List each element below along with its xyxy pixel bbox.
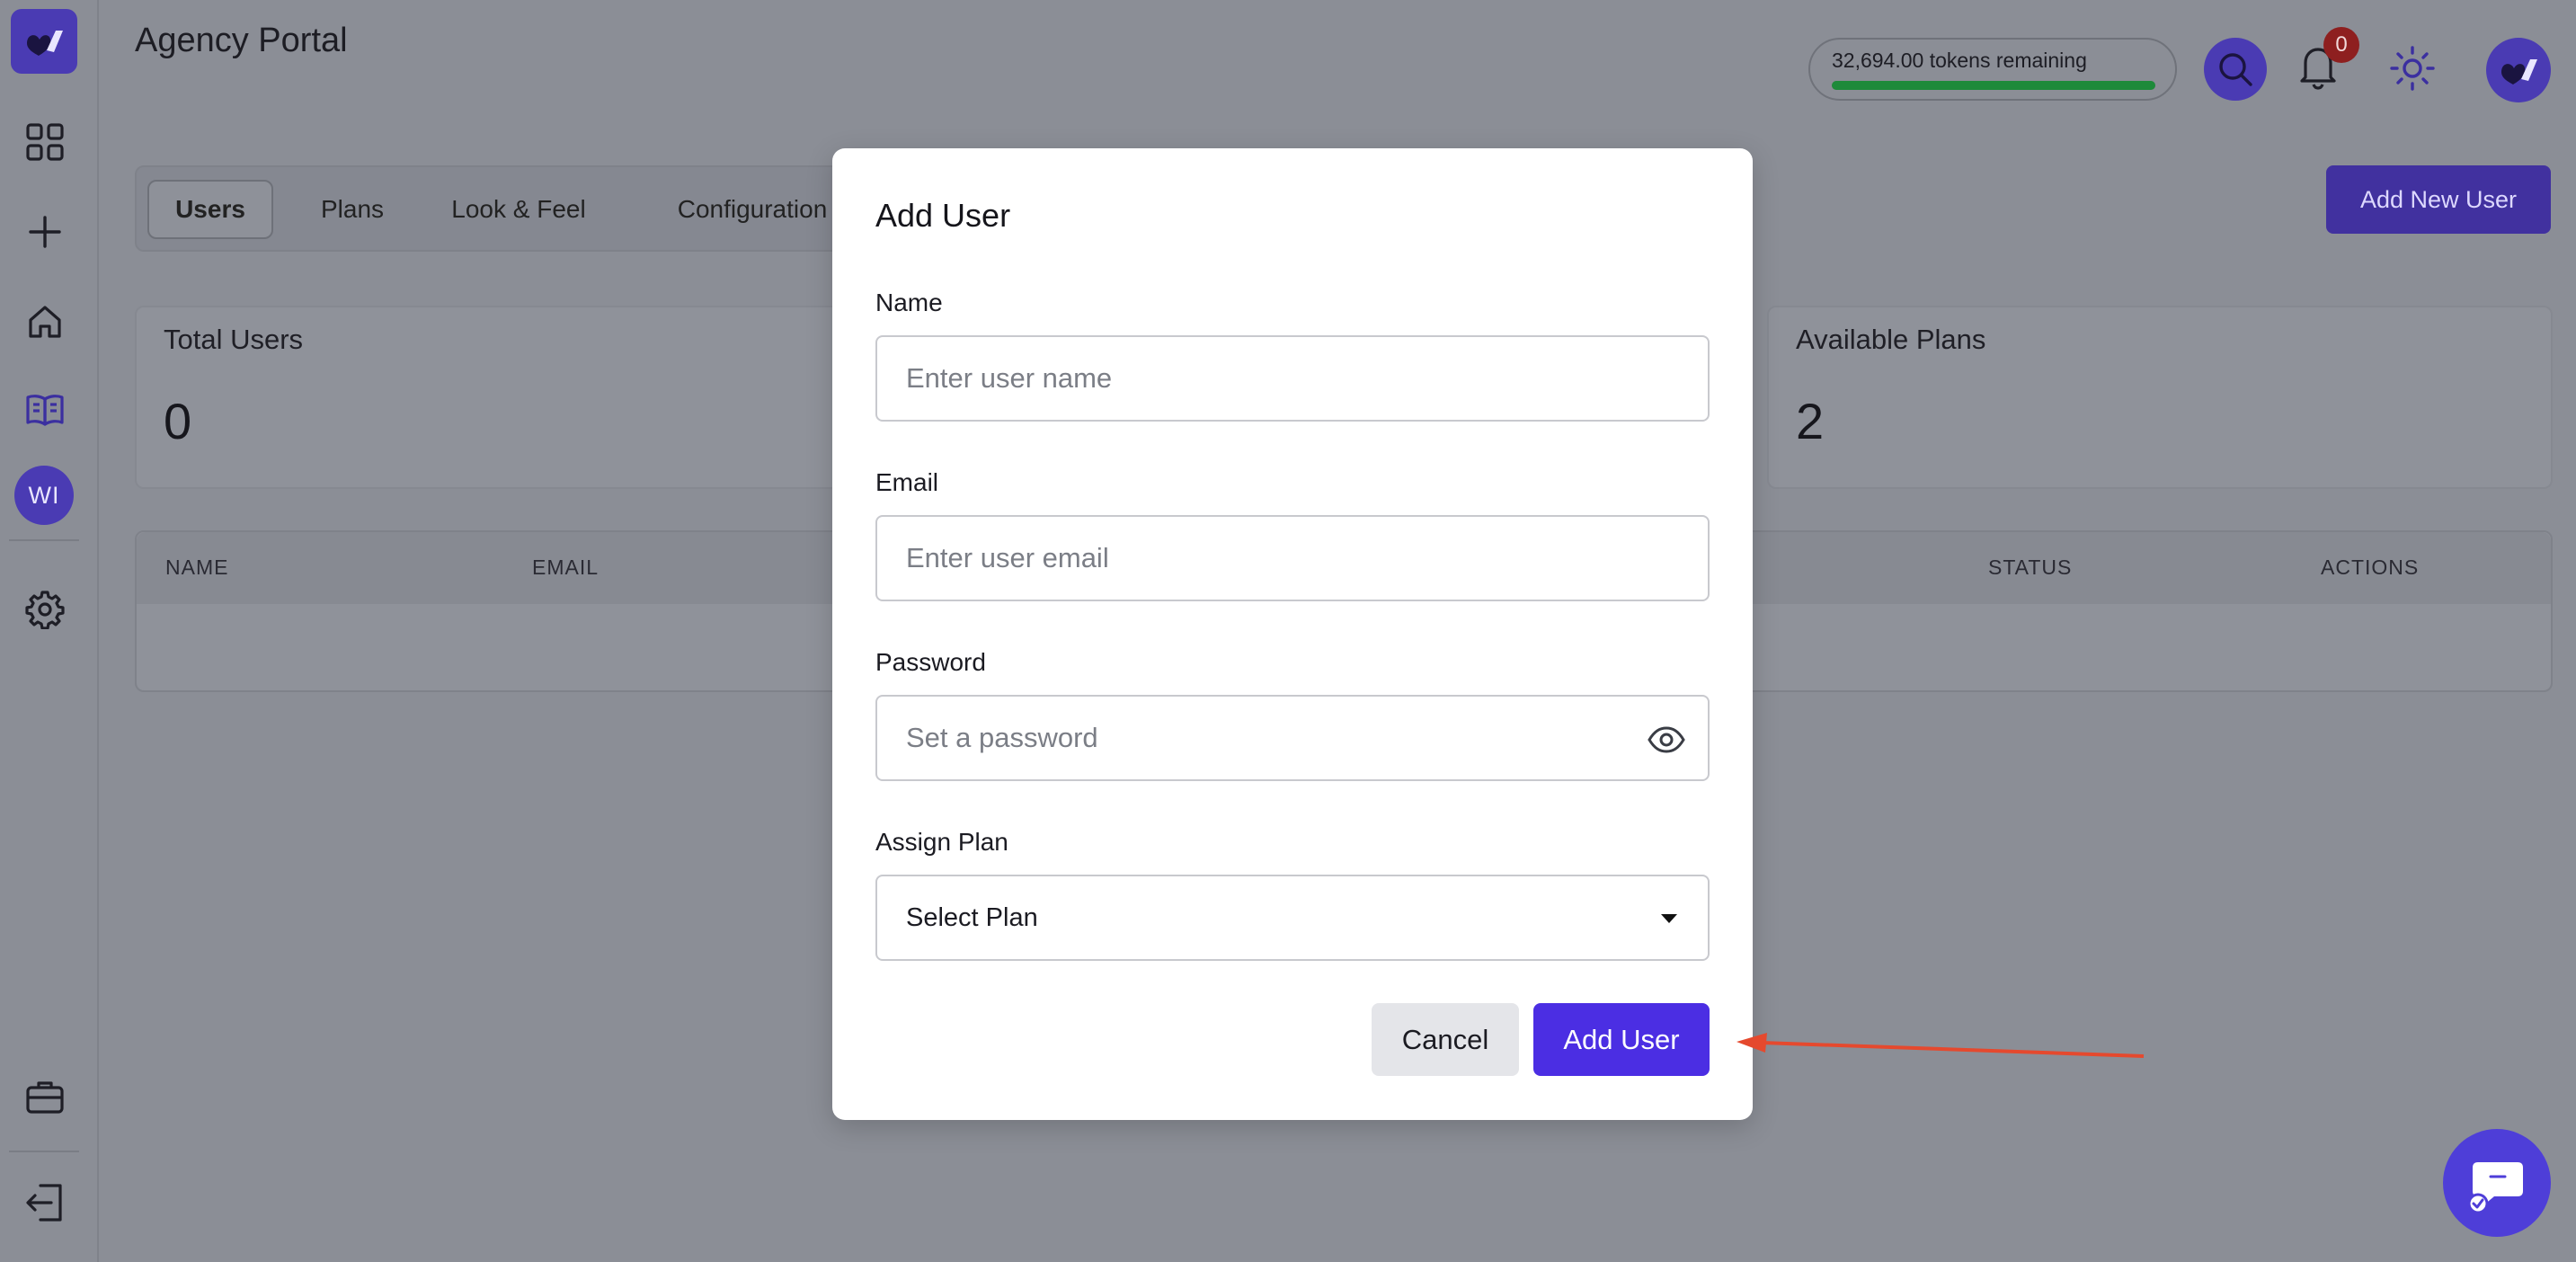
notification-count-badge: 0 (2323, 27, 2359, 63)
search-icon (2219, 53, 2252, 86)
page-title: Agency Portal (135, 22, 348, 59)
tab-look-and-feel[interactable]: Look & Feel (433, 180, 604, 239)
name-field (875, 335, 1710, 422)
theme-toggle[interactable] (2387, 43, 2438, 93)
chat-icon (2467, 1162, 2523, 1214)
sun-icon (2390, 46, 2435, 91)
plan-select[interactable]: Select Plan (875, 875, 1710, 961)
sidebar-divider-bottom (9, 1151, 79, 1152)
home-icon[interactable] (22, 298, 68, 345)
total-users-value: 0 (164, 393, 192, 449)
total-users-card: Total Users 0 (135, 306, 944, 489)
add-new-user-button[interactable]: Add New User (2326, 165, 2551, 234)
gear-icon[interactable] (22, 586, 68, 633)
available-plans-label: Available Plans (1796, 324, 1986, 355)
tokens-remaining-indicator: 32,694.00 tokens remaining (1808, 38, 2177, 101)
email-label: Email (875, 468, 939, 496)
email-field (875, 515, 1710, 601)
tab-users[interactable]: Users (147, 180, 273, 239)
tab-plans[interactable]: Plans (298, 180, 406, 239)
add-user-dialog: Add User Name Email Password Assign Plan… (832, 148, 1753, 1120)
logo-icon (2501, 59, 2537, 84)
column-header-status: STATUS (1988, 555, 2073, 579)
name-label: Name (875, 289, 943, 316)
logout-icon[interactable] (22, 1179, 68, 1226)
name-input[interactable] (906, 337, 1643, 420)
cancel-button[interactable]: Cancel (1372, 1003, 1519, 1076)
search-button[interactable] (2204, 38, 2267, 101)
chevron-down-icon (1661, 914, 1677, 923)
password-field (875, 695, 1710, 781)
tokens-progress-bar (1832, 81, 2155, 90)
tokens-progress-fill (1832, 81, 2155, 90)
briefcase-icon[interactable] (22, 1073, 68, 1120)
tab-configuration[interactable]: Configuration (649, 180, 856, 239)
column-header-email: EMAIL (532, 555, 600, 579)
chat-support-button[interactable] (2443, 1129, 2551, 1237)
logo-icon (27, 31, 63, 56)
plan-select-value: Select Plan (906, 903, 1038, 932)
annotation-arrow (1737, 1033, 2145, 1058)
available-plans-value: 2 (1796, 393, 1825, 449)
password-input[interactable] (906, 697, 1643, 779)
add-user-button[interactable]: Add User (1533, 1003, 1710, 1076)
dialog-title: Add User (875, 197, 1011, 234)
eye-icon[interactable] (1647, 722, 1686, 758)
available-plans-card: Available Plans 2 (1767, 306, 2553, 489)
sidebar-divider (9, 539, 79, 541)
plus-icon[interactable] (22, 209, 68, 255)
user-avatar[interactable] (2486, 38, 2551, 102)
tokens-remaining-text: 32,694.00 tokens remaining (1832, 49, 2087, 72)
email-input[interactable] (906, 517, 1643, 600)
column-header-actions: ACTIONS (2321, 555, 2420, 579)
password-label: Password (875, 648, 986, 676)
workspace-avatar[interactable]: WI (14, 466, 74, 525)
total-users-label: Total Users (164, 324, 304, 355)
book-icon[interactable] (22, 387, 68, 433)
app-logo[interactable] (11, 9, 77, 74)
sidebar: WI (0, 0, 99, 1262)
assign-plan-label: Assign Plan (875, 828, 1008, 856)
grid-icon[interactable] (22, 119, 68, 165)
column-header-name: NAME (165, 555, 229, 579)
